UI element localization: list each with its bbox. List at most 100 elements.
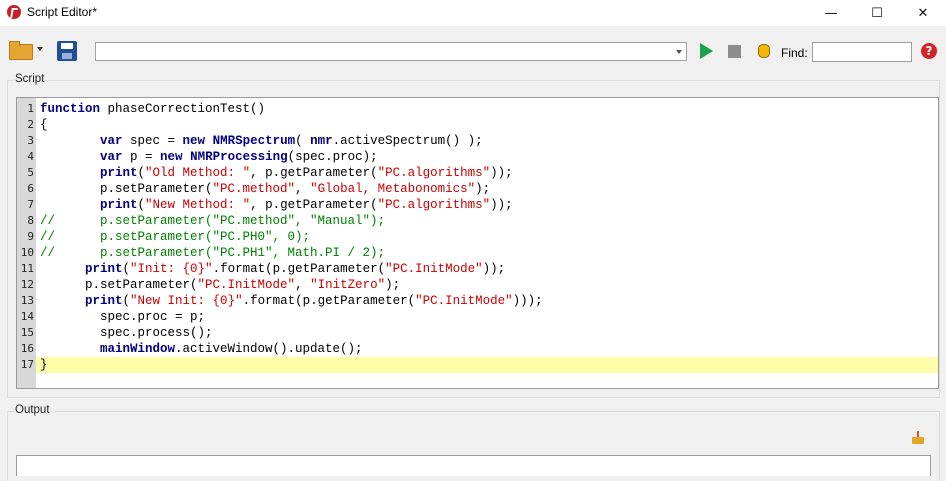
code-line[interactable]: 13 print("New Init: {0}".format(p.getPar… [17, 293, 938, 309]
open-folder-icon[interactable] [9, 41, 33, 60]
line-number: 13 [17, 293, 36, 309]
code-line[interactable]: 9 // p.setParameter("PC.PH0", 0); [17, 229, 938, 245]
code-token: , [295, 278, 311, 292]
line-number: 14 [17, 309, 36, 325]
code-line[interactable]: 15 spec.process(); [17, 325, 938, 341]
code-token: "Init: {0}" [130, 262, 213, 276]
code-token: "Global, Metabonomics" [310, 182, 476, 196]
code-token: , p.getParameter( [250, 166, 378, 180]
debug-bug-icon[interactable] [758, 44, 770, 58]
output-text-area[interactable] [16, 455, 931, 476]
toolbar: Find: ? [0, 26, 946, 72]
code-line[interactable]: 16 mainWindow.activeWindow().update(); [17, 341, 938, 357]
line-number: 17 [17, 357, 36, 373]
code-text: function phaseCorrectionTest() [40, 101, 265, 117]
code-token: // p.setParameter("PC.method", "Manual")… [40, 214, 386, 228]
minimize-button[interactable]: — [808, 0, 854, 26]
code-line[interactable]: 8 // p.setParameter("PC.method", "Manual"… [17, 213, 938, 229]
code-line[interactable]: 17} [17, 357, 938, 373]
close-button[interactable]: ✕ [900, 0, 946, 26]
code-line[interactable]: 4 var p = new NMRProcessing(spec.proc); [17, 149, 938, 165]
code-line[interactable]: 5 print("Old Method: ", p.getParameter("… [17, 165, 938, 181]
code-token: ( [137, 166, 146, 180]
code-line[interactable]: 12 p.setParameter("PC.InitMode", "InitZe… [17, 277, 938, 293]
code-token: , [295, 182, 311, 196]
code-token: var [100, 134, 131, 148]
stop-icon[interactable] [728, 45, 741, 58]
code-token: new [182, 134, 213, 148]
code-text: // p.setParameter("PC.PH0", 0); [40, 229, 310, 245]
code-line[interactable]: 1 function phaseCorrectionTest() [17, 101, 938, 117]
code-token: print [100, 198, 138, 212]
code-text: print("Init: {0}".format(p.getParameter(… [40, 261, 505, 277]
code-text: var spec = new NMRSpectrum( nmr.activeSp… [40, 133, 483, 149]
code-token: mainWindow [100, 342, 176, 356]
line-number: 2 [17, 117, 36, 133]
line-number: 6 [17, 181, 36, 197]
code-line[interactable]: 11 print("Init: {0}".format(p.getParamet… [17, 261, 938, 277]
script-group-label: Script [14, 73, 46, 85]
code-token: ); [385, 278, 401, 292]
script-select-chevron-down-icon[interactable] [676, 50, 682, 54]
maximize-icon: ☐ [871, 5, 883, 21]
code-token: )); [490, 166, 513, 180]
line-number: 8 [17, 213, 36, 229]
code-token: spec.process(); [40, 326, 213, 340]
code-token: "PC.InitMode" [385, 262, 483, 276]
code-token: NMRProcessing [190, 150, 288, 164]
code-token: (spec.proc); [287, 150, 378, 164]
title-bar: Script Editor* — ☐ ✕ [0, 0, 946, 26]
code-token: phaseCorrectionTest() [107, 102, 266, 116]
code-token: ( [122, 294, 131, 308]
code-line[interactable]: 3 var spec = new NMRSpectrum( nmr.active… [17, 133, 938, 149]
maximize-button[interactable]: ☐ [854, 0, 900, 26]
script-select[interactable] [95, 42, 687, 61]
line-number: 16 [17, 341, 36, 357]
code-text: print("New Method: ", p.getParameter("PC… [40, 197, 513, 213]
output-group-label: Output [14, 404, 51, 416]
code-token: "PC.algorithms" [377, 198, 491, 212]
code-token: "PC.method" [212, 182, 296, 196]
code-token: var [100, 150, 131, 164]
help-icon[interactable]: ? [921, 43, 937, 59]
code-token: "New Method: " [145, 198, 251, 212]
line-number: 12 [17, 277, 36, 293]
code-text: // p.setParameter("PC.method", "Manual")… [40, 213, 385, 229]
code-token: .activeWindow().update(); [175, 342, 363, 356]
code-text: print("Old Method: ", p.getParameter("PC… [40, 165, 513, 181]
minimize-icon: — [824, 5, 838, 21]
code-token: ( [137, 198, 146, 212]
code-line[interactable]: 10 // p.setParameter("PC.PH1", Math.PI / … [17, 245, 938, 261]
code-line[interactable]: 7 print("New Method: ", p.getParameter("… [17, 197, 938, 213]
open-dropdown-chevron-down-icon[interactable] [37, 47, 43, 51]
code-line[interactable]: 2{ [17, 117, 938, 133]
code-line[interactable]: 6 p.setParameter("PC.method", "Global, M… [17, 181, 938, 197]
code-editor[interactable]: 1 function phaseCorrectionTest() 2{3 var s… [16, 97, 939, 389]
code-token: // p.setParameter("PC.PH1", Math.PI / 2)… [40, 246, 386, 260]
code-token: spec.proc = p; [40, 310, 206, 324]
line-number: 15 [17, 325, 36, 341]
code-line[interactable]: 14 spec.proc = p; [17, 309, 938, 325]
save-icon[interactable] [57, 41, 77, 61]
find-label: Find: [781, 46, 808, 60]
clear-output-broom-icon[interactable] [912, 431, 924, 444]
code-token: ( [122, 262, 131, 276]
code-text: p.setParameter("PC.InitMode", "InitZero"… [40, 277, 400, 293]
code-token: "PC.InitMode" [415, 294, 513, 308]
code-token: p.setParameter( [40, 182, 213, 196]
code-token: "New Init: {0}" [130, 294, 243, 308]
find-input[interactable] [812, 42, 912, 62]
code-token: )); [482, 262, 506, 276]
code-token: ))); [512, 294, 543, 308]
code-token: p = [130, 150, 161, 164]
code-token: .activeSpectrum() ); [332, 134, 483, 148]
code-text: spec.proc = p; [40, 309, 205, 325]
code-token: ( [295, 134, 311, 148]
run-play-icon[interactable] [700, 43, 713, 59]
code-token: print [85, 262, 123, 276]
